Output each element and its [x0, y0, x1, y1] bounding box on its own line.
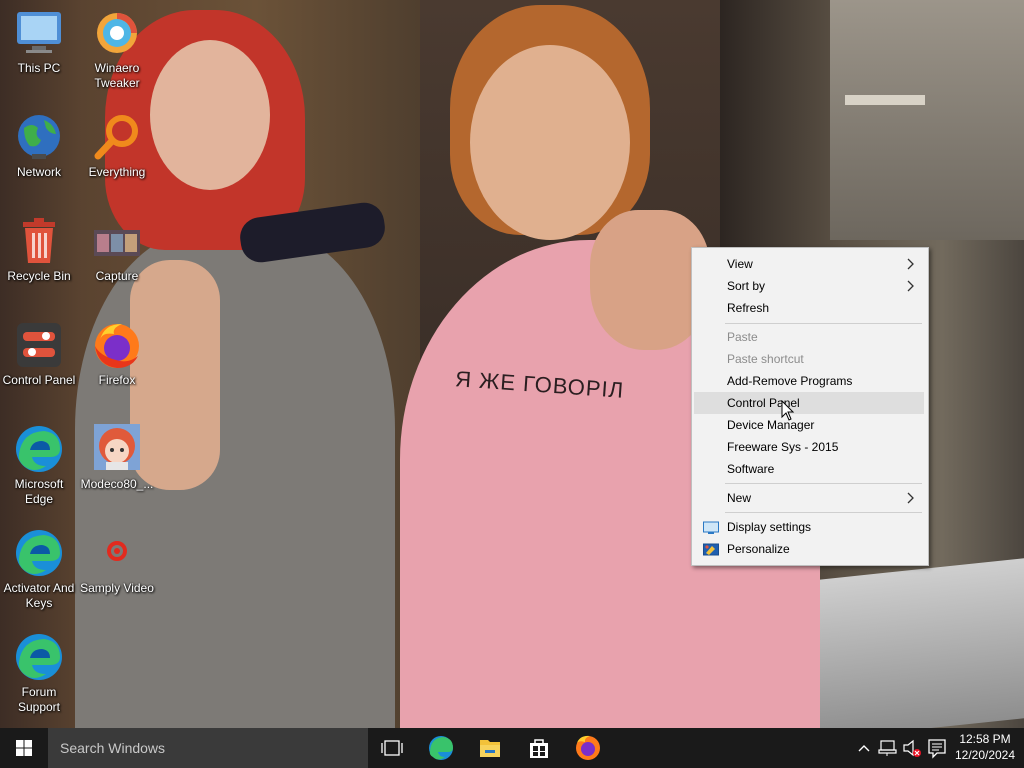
menu-item-paste[interactable]: Paste — [694, 326, 924, 348]
wallpaper-shelf — [830, 0, 1024, 240]
menu-item-software[interactable]: Software — [694, 458, 924, 480]
desktop-icon-control-panel[interactable]: Control Panel — [0, 320, 78, 388]
edge-icon — [14, 424, 64, 474]
anime-image-icon — [92, 424, 142, 474]
menu-item-sort-by[interactable]: Sort by — [694, 275, 924, 297]
start-button[interactable] — [0, 728, 48, 768]
desktop-icon-recycle-bin[interactable]: Recycle Bin — [0, 216, 78, 284]
desktop-icon-this-pc[interactable]: This PC — [0, 8, 78, 76]
chevron-right-icon — [906, 253, 916, 275]
desktop-icon-firefox[interactable]: Firefox — [78, 320, 156, 388]
clock-time: 12:58 PM — [959, 732, 1011, 746]
mouse-cursor-icon — [781, 399, 795, 422]
menu-item-freeware-sys[interactable]: Freeware Sys - 2015 — [694, 436, 924, 458]
edge-icon — [14, 528, 64, 578]
action-center-button[interactable] — [925, 728, 949, 768]
chevron-right-icon — [906, 275, 916, 297]
winaero-tweaker-icon — [92, 8, 142, 58]
desktop-icon-everything[interactable]: Everything — [78, 112, 156, 180]
menu-item-paste-shortcut[interactable]: Paste shortcut — [694, 348, 924, 370]
show-hidden-icons-button[interactable] — [854, 728, 874, 768]
control-panel-icon — [14, 320, 64, 370]
menu-item-refresh[interactable]: Refresh — [694, 297, 924, 319]
taskbar-edge-button[interactable] — [417, 728, 465, 768]
network-icon — [878, 740, 897, 756]
chevron-right-icon — [906, 487, 916, 509]
menu-item-add-remove-programs[interactable]: Add-Remove Programs — [694, 370, 924, 392]
menu-item-new[interactable]: New — [694, 487, 924, 509]
edge-icon — [429, 736, 453, 760]
clock-date: 12/20/2024 — [954, 748, 1016, 762]
notification-icon — [928, 739, 946, 759]
network-icon — [14, 112, 64, 162]
volume-muted-icon — [903, 739, 921, 757]
taskbar-file-explorer-button[interactable] — [466, 728, 514, 768]
desktop-icon-network[interactable]: Network — [0, 112, 78, 180]
taskbar-store-button[interactable] — [515, 728, 563, 768]
menu-separator — [725, 483, 922, 484]
menu-item-control-panel[interactable]: Control Panel — [694, 392, 924, 414]
menu-item-device-manager[interactable]: Device Manager — [694, 414, 924, 436]
desktop-context-menu: View Sort by Refresh Paste Paste shortcu… — [691, 247, 929, 566]
store-icon — [530, 739, 548, 758]
video-icon — [92, 528, 142, 578]
task-view-button[interactable] — [368, 728, 416, 768]
desktop-icon-samply-video[interactable]: Samply Video — [78, 528, 156, 596]
menu-item-personalize[interactable]: Personalize — [694, 538, 924, 560]
task-view-icon — [381, 740, 403, 756]
desktop-icon-forum-support[interactable]: Forum Support — [0, 632, 78, 715]
file-explorer-icon — [480, 740, 500, 757]
desktop-icon-capture[interactable]: Capture — [78, 216, 156, 284]
search-placeholder: Search Windows — [60, 740, 166, 756]
capture-image-icon — [92, 216, 142, 266]
taskbar: Search Windows 12:58 PM 12/20/2024 — [0, 728, 1024, 768]
wallpaper-person-right-face — [470, 45, 630, 240]
wallpaper-shelf-board — [845, 95, 925, 105]
firefox-icon — [92, 320, 142, 370]
windows-logo-icon — [16, 740, 32, 756]
network-tray-button[interactable] — [876, 728, 900, 768]
desktop-icon-modeco80[interactable]: Modeco80_... — [78, 424, 156, 492]
menu-separator — [725, 512, 922, 513]
desktop-icon-winaero-tweaker[interactable]: Winaero Tweaker — [78, 8, 156, 91]
menu-item-display-settings[interactable]: Display settings — [694, 516, 924, 538]
desktop-icon-activator-and-keys[interactable]: Activator And Keys — [0, 528, 78, 611]
chevron-up-icon — [858, 745, 870, 752]
firefox-icon — [576, 735, 600, 760]
taskbar-firefox-button[interactable] — [564, 728, 612, 768]
volume-tray-button[interactable] — [900, 728, 924, 768]
menu-separator — [725, 323, 922, 324]
wallpaper-table — [800, 558, 1024, 728]
recycle-bin-icon — [14, 216, 64, 266]
display-settings-icon — [703, 520, 719, 534]
taskbar-clock[interactable]: 12:58 PM 12/20/2024 — [950, 731, 1020, 763]
everything-search-icon — [92, 112, 142, 162]
wallpaper-person-left-face — [150, 40, 270, 190]
menu-item-view[interactable]: View — [694, 253, 924, 275]
personalize-icon — [703, 542, 719, 556]
desktop-icon-microsoft-edge[interactable]: Microsoft Edge — [0, 424, 78, 507]
search-box[interactable]: Search Windows — [48, 728, 368, 768]
this-pc-icon — [14, 8, 64, 58]
edge-icon — [14, 632, 64, 682]
